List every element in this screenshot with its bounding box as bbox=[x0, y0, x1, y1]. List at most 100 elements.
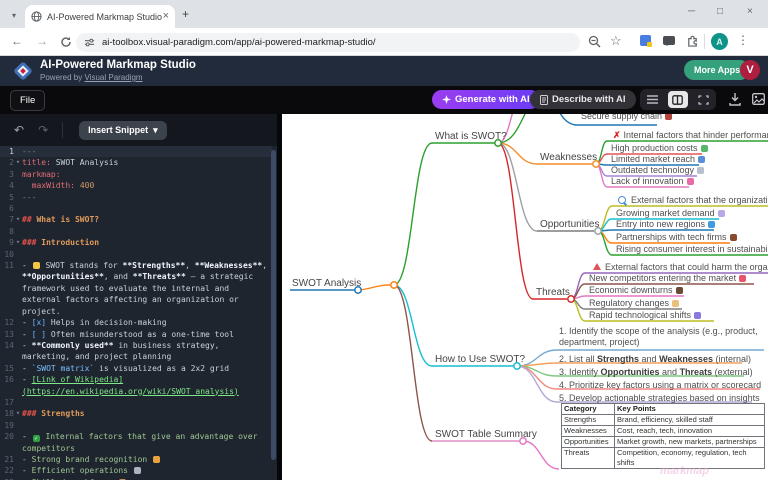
map-node-t1[interactable]: External factors that could harm the org… bbox=[593, 262, 768, 273]
editor-only-view-button[interactable] bbox=[643, 91, 663, 108]
code-line-8[interactable]: 8 bbox=[0, 226, 272, 237]
profile-avatar[interactable]: A bbox=[711, 33, 728, 50]
tab-close-icon[interactable]: × bbox=[163, 11, 169, 22]
code-line-2[interactable]: 2▾title: SWOT Analysis bbox=[0, 157, 272, 168]
code-line-7[interactable]: 7▾## What is SWOT? bbox=[0, 214, 272, 225]
back-button[interactable]: ← bbox=[11, 34, 23, 48]
generate-with-ai-button[interactable]: Generate with AI bbox=[432, 90, 540, 109]
map-node-w4[interactable]: Outdated technology bbox=[611, 165, 704, 176]
code-line-22[interactable]: 22- Efficient operations bbox=[0, 465, 272, 476]
window-maximize-button[interactable]: □ bbox=[717, 6, 723, 17]
code-line-20[interactable]: 20- ✓ Internal factors that give an adva… bbox=[0, 431, 272, 454]
map-node-root[interactable]: SWOT Analysis bbox=[292, 278, 361, 289]
extensions-puzzle-icon[interactable] bbox=[686, 34, 699, 47]
map-node-w1[interactable]: ✗Internal factors that hinder performanc… bbox=[613, 130, 768, 141]
map-node-t4[interactable]: Regulatory changes bbox=[589, 298, 679, 309]
code-line-17[interactable]: 17 bbox=[0, 397, 272, 408]
emoji-icon bbox=[698, 156, 705, 163]
code-line-10[interactable]: 10 bbox=[0, 249, 272, 260]
globe-favicon-icon bbox=[31, 11, 42, 22]
map-node-what-is-swot[interactable]: What is SWOT? bbox=[435, 131, 507, 142]
view-mode-group bbox=[640, 89, 716, 110]
code-line-6[interactable]: 6 bbox=[0, 203, 272, 214]
map-node-h4[interactable]: 4. Prioritize key factors using a matrix… bbox=[559, 380, 761, 391]
browser-window: ▾ AI-Powered Markmap Studio × + ─ □ × ← … bbox=[0, 0, 768, 480]
code-line-1[interactable]: 1--- bbox=[0, 146, 272, 157]
insert-snippet-button[interactable]: Insert Snippet▾ bbox=[79, 121, 167, 140]
table-row: StrengthsBrand, efficiency, skilled staf… bbox=[562, 415, 765, 426]
code-line-9[interactable]: 9▾### Introduction bbox=[0, 237, 272, 248]
map-node-t5[interactable]: Rapid technological shifts bbox=[589, 310, 701, 321]
code-line-11[interactable]: 11- SWOT stands for **Strengths**, **Wea… bbox=[0, 260, 272, 317]
browser-menu-kebab-icon[interactable]: ⋮ bbox=[737, 33, 749, 47]
new-tab-button[interactable]: + bbox=[182, 8, 189, 20]
undo-button[interactable]: ↶ bbox=[14, 123, 24, 137]
split-view-button[interactable] bbox=[668, 91, 688, 108]
map-node-o4[interactable]: Partnerships with tech firms bbox=[616, 232, 737, 243]
map-node-threats[interactable]: Threats bbox=[536, 287, 570, 298]
extension-colored-icon[interactable] bbox=[640, 35, 651, 46]
fold-toggle-icon[interactable]: ▾ bbox=[14, 237, 22, 248]
map-node-weaknesses[interactable]: Weaknesses bbox=[540, 152, 597, 163]
fold-toggle-icon[interactable]: ▾ bbox=[14, 214, 22, 225]
map-node-how-to-use[interactable]: How to Use SWOT? bbox=[435, 354, 525, 365]
map-node-t2[interactable]: New competitors entering the market bbox=[589, 273, 746, 284]
url-bar[interactable]: ai-toolbox.visual-paradigm.com/app/ai-po… bbox=[76, 33, 580, 52]
editor-toolbar: ↶ ↷ Insert Snippet▾ bbox=[0, 114, 282, 146]
map-node-h1[interactable]: 1. Identify the scope of the analysis (e… bbox=[559, 326, 768, 348]
code-line-19[interactable]: 19 bbox=[0, 420, 272, 431]
map-node-table-summary[interactable]: SWOT Table Summary bbox=[435, 429, 537, 440]
sparkle-icon bbox=[442, 95, 451, 104]
code-line-4[interactable]: 4 maxWidth: 400 bbox=[0, 180, 272, 191]
editor-scrollbar[interactable] bbox=[271, 150, 276, 460]
redo-button[interactable]: ↷ bbox=[38, 123, 48, 137]
emoji-icon bbox=[665, 114, 672, 120]
warn-icon bbox=[593, 263, 601, 270]
export-image-icon[interactable] bbox=[752, 93, 765, 105]
download-icon[interactable] bbox=[729, 93, 741, 106]
map-node-o3[interactable]: Entry into new regions bbox=[616, 219, 715, 230]
map-node-w5[interactable]: Lack of innovation bbox=[611, 176, 694, 187]
forward-button[interactable]: → bbox=[36, 34, 48, 48]
code-line-13[interactable]: 13- [ ] Often misunderstood as a one-tim… bbox=[0, 329, 272, 340]
table-header-row: CategoryKey Points bbox=[562, 404, 765, 415]
window-close-button[interactable]: × bbox=[747, 6, 753, 17]
emoji-icon bbox=[672, 300, 679, 307]
map-node-w2[interactable]: High production costs bbox=[611, 143, 708, 154]
code-line-3[interactable]: 3markmap: bbox=[0, 169, 272, 180]
chat-icon[interactable] bbox=[663, 36, 675, 45]
map-node-t3[interactable]: Economic downturns bbox=[589, 285, 683, 296]
map-node-w3[interactable]: Limited market reach bbox=[611, 154, 705, 165]
page-zoom-icon[interactable] bbox=[588, 35, 601, 48]
code-line-14[interactable]: 14- **Commonly used** in business strate… bbox=[0, 340, 272, 363]
visual-paradigm-link[interactable]: Visual Paradigm bbox=[84, 73, 142, 82]
map-node-o5[interactable]: Rising consumer interest in sustainabili… bbox=[616, 244, 768, 255]
code-line-12[interactable]: 12- [x] Helps in decision-making bbox=[0, 317, 272, 328]
map-node-secure-supply-chain[interactable]: Secure supply chain bbox=[581, 114, 672, 122]
map-node-opportunities[interactable]: Opportunities bbox=[540, 219, 599, 230]
map-node-h2[interactable]: 2. List all Strengths and Weaknesses (in… bbox=[559, 354, 751, 365]
file-menu-button[interactable]: File bbox=[10, 90, 45, 111]
code-line-5[interactable]: 5--- bbox=[0, 192, 272, 203]
code-line-21[interactable]: 21- Strong brand recognition bbox=[0, 454, 272, 465]
tab-search-chevron-icon[interactable]: ▾ bbox=[6, 9, 22, 21]
browser-tab[interactable]: AI-Powered Markmap Studio × bbox=[25, 5, 175, 28]
map-node-h3[interactable]: 3. Identify Opportunities and Threats (e… bbox=[559, 367, 753, 378]
map-node-o1[interactable]: External factors that the organization c… bbox=[618, 195, 768, 206]
site-settings-icon[interactable] bbox=[84, 37, 95, 48]
powered-by: Powered by Visual Paradigm bbox=[40, 73, 143, 82]
mindmap-canvas[interactable]: SWOT Analysis What is SWOT? Secure supply … bbox=[282, 114, 768, 480]
code-line-16[interactable]: 16- [Link of Wikipedia](https://en.wikip… bbox=[0, 374, 272, 397]
code-line-15[interactable]: 15- `SWOT matrix` is visualized as a 2x2… bbox=[0, 363, 272, 374]
fold-toggle-icon[interactable]: ▾ bbox=[14, 408, 22, 419]
map-node-o2[interactable]: Growing market demand bbox=[616, 208, 725, 219]
window-minimize-button[interactable]: ─ bbox=[688, 6, 695, 17]
code-editor[interactable]: 1---2▾title: SWOT Analysis3markmap:4 max… bbox=[0, 146, 272, 480]
describe-with-ai-button[interactable]: Describe with AI bbox=[530, 90, 636, 109]
code-line-18[interactable]: 18▾### Strengths bbox=[0, 408, 272, 419]
bookmark-star-icon[interactable]: ☆ bbox=[610, 33, 622, 49]
fullscreen-view-button[interactable] bbox=[693, 91, 713, 108]
reload-button[interactable] bbox=[60, 36, 72, 48]
visual-paradigm-badge[interactable]: V bbox=[740, 60, 760, 80]
fold-toggle-icon[interactable]: ▾ bbox=[14, 157, 22, 168]
